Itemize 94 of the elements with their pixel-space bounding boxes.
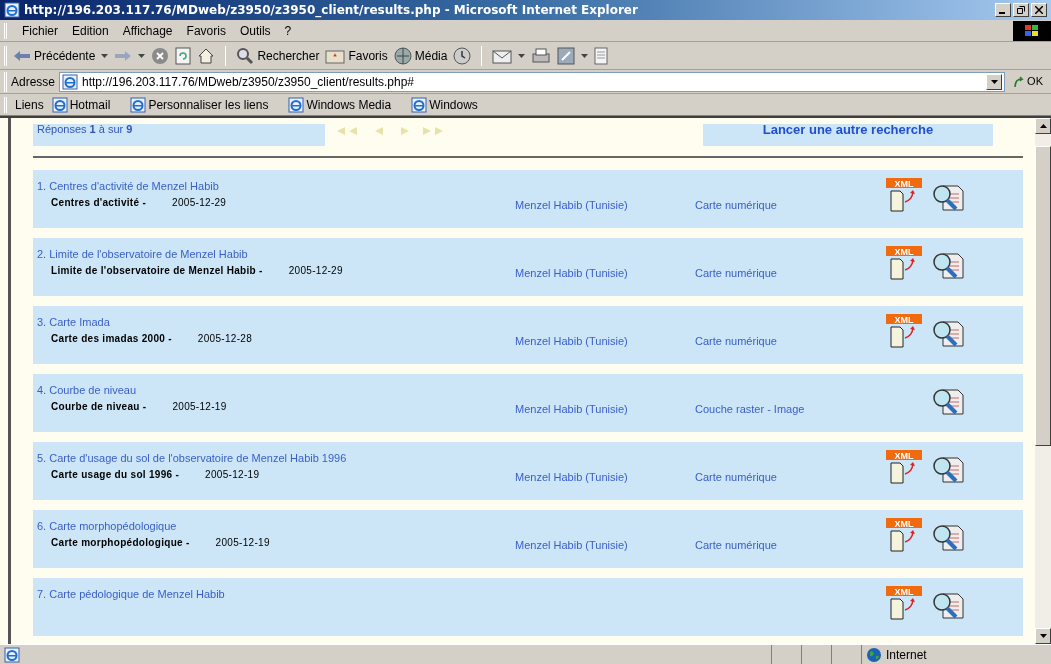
result-date: 2005-12-29: [288, 263, 343, 278]
magnifier-document-icon[interactable]: [931, 386, 965, 418]
link-bar-item[interactable]: Personnaliser les liens: [130, 95, 269, 114]
page-icon: [62, 73, 79, 90]
search-icon[interactable]: [236, 46, 255, 65]
go-arrow-icon: [1013, 75, 1026, 88]
result-title-link[interactable]: 7. Carte pédologique de Menzel Habib: [37, 586, 515, 603]
result-title-link[interactable]: 3. Carte Imada: [37, 314, 515, 331]
scroll-up-icon[interactable]: [1039, 124, 1047, 128]
result-title-link[interactable]: 5. Carte d'usage du sol de l'observatoire de Menzel Habib 1996: [37, 450, 515, 467]
menu-item[interactable]: Affichage: [115, 21, 180, 40]
address-label: Adresse: [11, 73, 56, 91]
result-type: Carte numérique: [695, 199, 777, 211]
result-date: 2005-12-19: [205, 467, 260, 482]
restore-button[interactable]: [1013, 3, 1029, 17]
menu-item[interactable]: Fichier: [15, 21, 65, 40]
printer-icon[interactable]: [531, 47, 552, 64]
links-label: Liens: [15, 96, 44, 114]
security-zone-label: Internet: [886, 646, 927, 664]
browser-icon: [4, 2, 20, 18]
magnifier-document-icon[interactable]: [931, 318, 965, 350]
result-location: Menzel Habib (Tunisie): [515, 335, 628, 347]
toolbar-button-label[interactable]: Précédente: [34, 46, 96, 65]
page-icon: [51, 96, 68, 113]
caret-icon[interactable]: [101, 53, 109, 58]
dropdown-caret-icon[interactable]: [990, 79, 998, 84]
minimize-button[interactable]: [995, 3, 1011, 17]
menu-item[interactable]: Outils: [232, 21, 278, 40]
result-type: Carte numérique: [695, 267, 777, 279]
result-description: Carte morphopédologique -: [51, 535, 190, 550]
result-date: 2005-12-29: [172, 195, 227, 210]
result-type: Carte numérique: [695, 539, 777, 551]
result-location: Menzel Habib (Tunisie): [515, 267, 628, 279]
result-description: Carte des imadas 2000 -: [51, 331, 172, 346]
scrollbar-thumb[interactable]: [1035, 146, 1051, 446]
result-date: 2005-12-19: [172, 399, 227, 414]
link-bar-item[interactable]: Windows Media: [288, 95, 392, 114]
magnifier-document-icon[interactable]: [931, 522, 965, 554]
result-title-link[interactable]: 4. Courbe de niveau: [37, 382, 515, 399]
magnifier-document-icon[interactable]: [931, 590, 965, 622]
result-type: Carte numérique: [695, 471, 777, 483]
result-title-link[interactable]: 1. Centres d'activité de Menzel Habib: [37, 178, 515, 195]
globe-media-icon[interactable]: [393, 46, 412, 65]
address-field[interactable]: http://196.203.117.76/MDweb/z3950/z3950_client/results.php#: [59, 71, 1006, 92]
page-icon: [411, 96, 428, 113]
result-title-link[interactable]: 6. Carte morphopédologique: [37, 518, 515, 535]
stop-icon[interactable]: [151, 46, 170, 65]
page-icon: [130, 96, 147, 113]
results-count: Réponses 1 à sur 9: [37, 122, 133, 137]
page-icon: [288, 96, 305, 113]
menu-item[interactable]: ?: [277, 21, 299, 40]
scroll-down-icon[interactable]: [1039, 634, 1047, 638]
result-type: Carte numérique: [695, 335, 777, 347]
edit-icon[interactable]: [557, 46, 576, 65]
close-icon: [1035, 6, 1043, 14]
vertical-scrollbar[interactable]: [1035, 118, 1051, 644]
windows-flag-icon: [1025, 24, 1039, 37]
result-type: Couche raster - Image: [695, 403, 805, 415]
new-search-link[interactable]: Lancer une autre recherche: [762, 120, 934, 140]
clock-icon[interactable]: [453, 46, 472, 65]
mail-icon[interactable]: [492, 47, 513, 64]
toolbar-button-label[interactable]: Favoris: [348, 46, 388, 65]
result-description: Carte usage du sol 1996 -: [51, 467, 180, 482]
caret-icon[interactable]: [581, 53, 589, 58]
menu-item[interactable]: Edition: [65, 21, 116, 40]
magnifier-document-icon[interactable]: [931, 182, 965, 214]
result-date: 2005-12-28: [197, 331, 252, 346]
result-title-link[interactable]: 2. Limite de l'observatoire de Menzel Habib: [37, 246, 515, 263]
result-location: Menzel Habib (Tunisie): [515, 403, 628, 415]
result-location: Menzel Habib (Tunisie): [515, 471, 628, 483]
link-bar-item[interactable]: Windows: [411, 95, 478, 114]
magnifier-document-icon[interactable]: [931, 454, 965, 486]
magnifier-document-icon[interactable]: [931, 250, 965, 282]
result-description: Limite de l'observatoire de Menzel Habib -: [51, 263, 263, 278]
restore-icon: [1017, 6, 1025, 14]
caret-icon[interactable]: [138, 53, 146, 58]
result-date: 2005-12-19: [215, 535, 270, 550]
result-location: Menzel Habib (Tunisie): [515, 199, 628, 211]
globe-icon: [866, 646, 882, 663]
close-button[interactable]: [1031, 3, 1047, 17]
toolbar-button-label[interactable]: Média: [414, 46, 448, 65]
link-bar-item[interactable]: Hotmail: [51, 95, 111, 114]
result-location: Menzel Habib (Tunisie): [515, 539, 628, 551]
menu-item[interactable]: Favoris: [179, 21, 233, 40]
window-title: http://196.203.117.76/MDweb/z3950/z3950_client/results.php - Microsoft Internet Explorer: [24, 2, 638, 19]
toolbar-button-label[interactable]: Rechercher: [257, 46, 320, 65]
back-arrow-icon[interactable]: [13, 48, 31, 63]
go-button[interactable]: OK: [1009, 73, 1047, 90]
home-icon[interactable]: [197, 46, 216, 65]
caret-icon[interactable]: [518, 53, 526, 58]
refresh-icon[interactable]: [175, 46, 192, 65]
result-description: Courbe de niveau -: [51, 399, 147, 414]
result-description: Centres d'activité -: [51, 195, 147, 210]
status-page-icon: [4, 646, 20, 663]
